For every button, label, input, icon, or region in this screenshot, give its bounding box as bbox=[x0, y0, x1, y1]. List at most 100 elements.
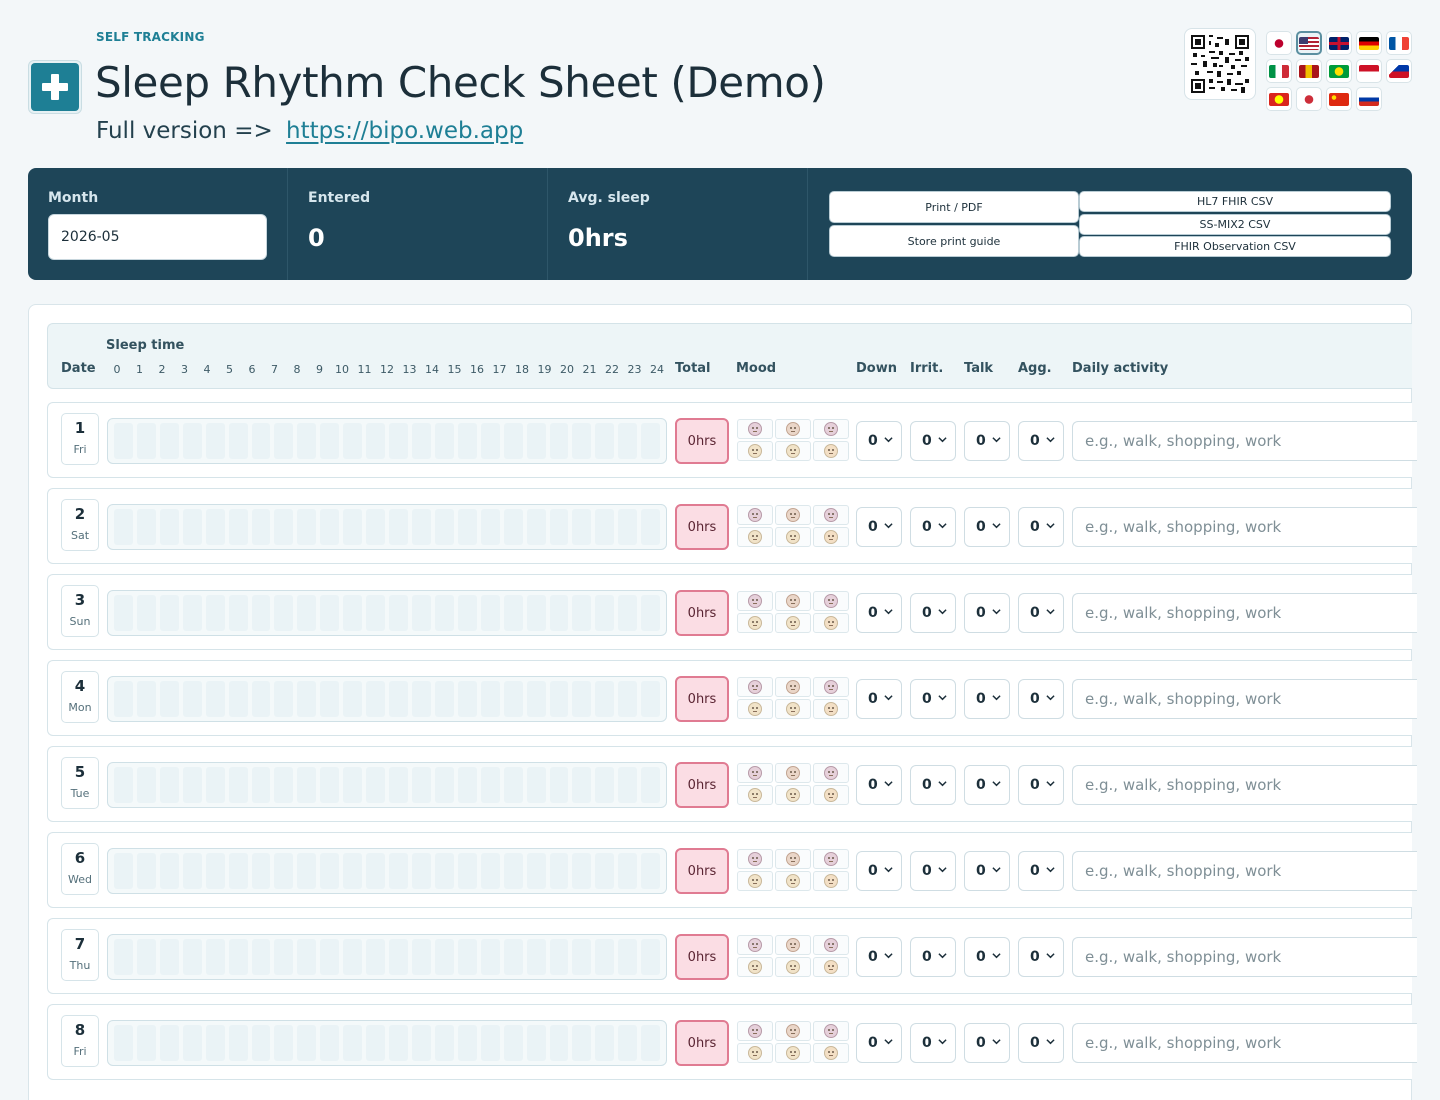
sleep-hour-slot[interactable] bbox=[457, 939, 477, 975]
sleep-hour-slot[interactable] bbox=[114, 681, 133, 717]
sleep-hour-slot[interactable] bbox=[618, 681, 638, 717]
sleep-hour-slot[interactable] bbox=[389, 853, 408, 889]
sleep-hour-slot[interactable] bbox=[618, 423, 638, 459]
mood-option-button[interactable] bbox=[813, 505, 849, 525]
sleep-hour-slot[interactable] bbox=[526, 423, 546, 459]
sleep-hour-slot[interactable] bbox=[320, 595, 340, 631]
sleep-hour-slot[interactable] bbox=[389, 595, 408, 631]
irrit-select[interactable]: 0 bbox=[910, 507, 956, 547]
mood-option-button[interactable] bbox=[737, 763, 773, 783]
mood-option-button[interactable] bbox=[775, 871, 811, 891]
flag-id-button[interactable] bbox=[1356, 59, 1382, 83]
sleep-hour-slot[interactable] bbox=[572, 595, 592, 631]
sleep-hour-slot[interactable] bbox=[320, 939, 340, 975]
sleep-hour-slot[interactable] bbox=[411, 681, 431, 717]
flag-fr-button[interactable] bbox=[1386, 31, 1412, 55]
sleep-hour-slot[interactable] bbox=[572, 509, 592, 545]
down-select[interactable]: 0 bbox=[856, 937, 902, 977]
mood-option-button[interactable] bbox=[737, 613, 773, 633]
sleep-hour-slot[interactable] bbox=[503, 939, 523, 975]
flag-it-button[interactable] bbox=[1266, 59, 1292, 83]
mood-option-button[interactable] bbox=[775, 935, 811, 955]
down-select[interactable]: 0 bbox=[856, 679, 902, 719]
mood-option-button[interactable] bbox=[737, 785, 773, 805]
sleep-hour-slot[interactable] bbox=[480, 509, 500, 545]
sleep-hour-slot[interactable] bbox=[136, 423, 156, 459]
mood-option-button[interactable] bbox=[813, 591, 849, 611]
daily-activity-input[interactable]: e.g., walk, shopping, work bbox=[1072, 937, 1417, 977]
sleep-hour-slot[interactable] bbox=[182, 853, 202, 889]
flag-ja-button[interactable] bbox=[1266, 31, 1292, 55]
sleep-hour-slot[interactable] bbox=[136, 1025, 156, 1061]
sleep-hour-slot[interactable] bbox=[320, 509, 340, 545]
mood-option-button[interactable] bbox=[737, 871, 773, 891]
sleep-hour-slot[interactable] bbox=[114, 423, 133, 459]
sleep-hour-slot[interactable] bbox=[343, 423, 363, 459]
sleep-hour-slot[interactable] bbox=[389, 509, 408, 545]
sleep-hour-slot[interactable] bbox=[274, 509, 294, 545]
sleep-hour-slot[interactable] bbox=[572, 681, 592, 717]
sleep-hour-slot[interactable] bbox=[274, 939, 294, 975]
mood-option-button[interactable] bbox=[775, 613, 811, 633]
sleep-hour-slot[interactable] bbox=[641, 939, 661, 975]
down-select[interactable]: 0 bbox=[856, 851, 902, 891]
sleep-hour-slot[interactable] bbox=[549, 681, 569, 717]
sleep-hour-slot[interactable] bbox=[205, 681, 225, 717]
mood-option-button[interactable] bbox=[813, 677, 849, 697]
talk-select[interactable]: 0 bbox=[964, 1023, 1010, 1063]
sleep-hour-slot[interactable] bbox=[411, 595, 431, 631]
sleep-hour-slot[interactable] bbox=[228, 595, 248, 631]
flag-pt-BR-button[interactable] bbox=[1326, 59, 1352, 83]
sleep-hour-slot[interactable] bbox=[136, 681, 156, 717]
mood-option-button[interactable] bbox=[813, 763, 849, 783]
flag-vi-button[interactable] bbox=[1266, 87, 1292, 111]
sleep-hour-slot[interactable] bbox=[205, 939, 225, 975]
sleep-hour-slot[interactable] bbox=[228, 1025, 248, 1061]
sleep-timeline[interactable] bbox=[107, 762, 667, 808]
daily-activity-input[interactable]: e.g., walk, shopping, work bbox=[1072, 593, 1417, 633]
sleep-hour-slot[interactable] bbox=[228, 681, 248, 717]
sleep-hour-slot[interactable] bbox=[297, 509, 317, 545]
mood-option-button[interactable] bbox=[737, 677, 773, 697]
sleep-hour-slot[interactable] bbox=[274, 423, 294, 459]
sleep-hour-slot[interactable] bbox=[114, 1025, 133, 1061]
sleep-hour-slot[interactable] bbox=[595, 853, 615, 889]
sleep-hour-slot[interactable] bbox=[549, 1025, 569, 1061]
mood-option-button[interactable] bbox=[813, 1021, 849, 1041]
mood-option-button[interactable] bbox=[813, 527, 849, 547]
sleep-hour-slot[interactable] bbox=[251, 939, 271, 975]
mood-option-button[interactable] bbox=[775, 849, 811, 869]
sleep-hour-slot[interactable] bbox=[114, 853, 133, 889]
sleep-hour-slot[interactable] bbox=[389, 767, 408, 803]
sleep-hour-slot[interactable] bbox=[526, 853, 546, 889]
mood-option-button[interactable] bbox=[775, 527, 811, 547]
agg-select[interactable]: 0 bbox=[1018, 937, 1064, 977]
sleep-hour-slot[interactable] bbox=[297, 767, 317, 803]
sleep-hour-slot[interactable] bbox=[434, 853, 454, 889]
flag-es-button[interactable] bbox=[1296, 59, 1322, 83]
sleep-hour-slot[interactable] bbox=[641, 1025, 661, 1061]
sleep-hour-slot[interactable] bbox=[595, 595, 615, 631]
talk-select[interactable]: 0 bbox=[964, 507, 1010, 547]
sleep-hour-slot[interactable] bbox=[366, 423, 386, 459]
sleep-hour-slot[interactable] bbox=[389, 681, 408, 717]
sleep-hour-slot[interactable] bbox=[114, 939, 133, 975]
sleep-hour-slot[interactable] bbox=[595, 767, 615, 803]
sleep-hour-slot[interactable] bbox=[251, 595, 271, 631]
sleep-hour-slot[interactable] bbox=[366, 939, 386, 975]
sleep-hour-slot[interactable] bbox=[159, 767, 179, 803]
sleep-hour-slot[interactable] bbox=[641, 767, 661, 803]
flag-ru-button[interactable] bbox=[1356, 87, 1382, 111]
sleep-hour-slot[interactable] bbox=[251, 1025, 271, 1061]
mood-option-button[interactable] bbox=[775, 957, 811, 977]
sleep-hour-slot[interactable] bbox=[251, 423, 271, 459]
sleep-hour-slot[interactable] bbox=[366, 681, 386, 717]
sleep-hour-slot[interactable] bbox=[641, 423, 661, 459]
mood-option-button[interactable] bbox=[813, 1043, 849, 1063]
sleep-hour-slot[interactable] bbox=[526, 939, 546, 975]
talk-select[interactable]: 0 bbox=[964, 679, 1010, 719]
sleep-hour-slot[interactable] bbox=[480, 423, 500, 459]
flag-en-US-button[interactable] bbox=[1296, 31, 1322, 55]
sleep-hour-slot[interactable] bbox=[297, 681, 317, 717]
sleep-hour-slot[interactable] bbox=[411, 853, 431, 889]
